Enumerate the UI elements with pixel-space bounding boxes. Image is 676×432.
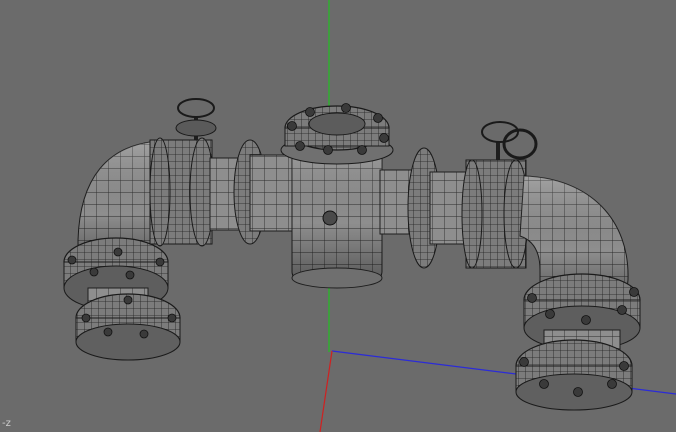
axis-corner-label: -z bbox=[2, 418, 11, 429]
viewport-canvas[interactable] bbox=[0, 0, 676, 432]
pipe-assembly-model[interactable] bbox=[63, 98, 641, 411]
strainer-port bbox=[322, 210, 338, 226]
3d-viewport[interactable]: -z bbox=[0, 0, 676, 432]
z-axis-line bbox=[319, 350, 333, 432]
left-handwheel[interactable] bbox=[177, 98, 215, 118]
